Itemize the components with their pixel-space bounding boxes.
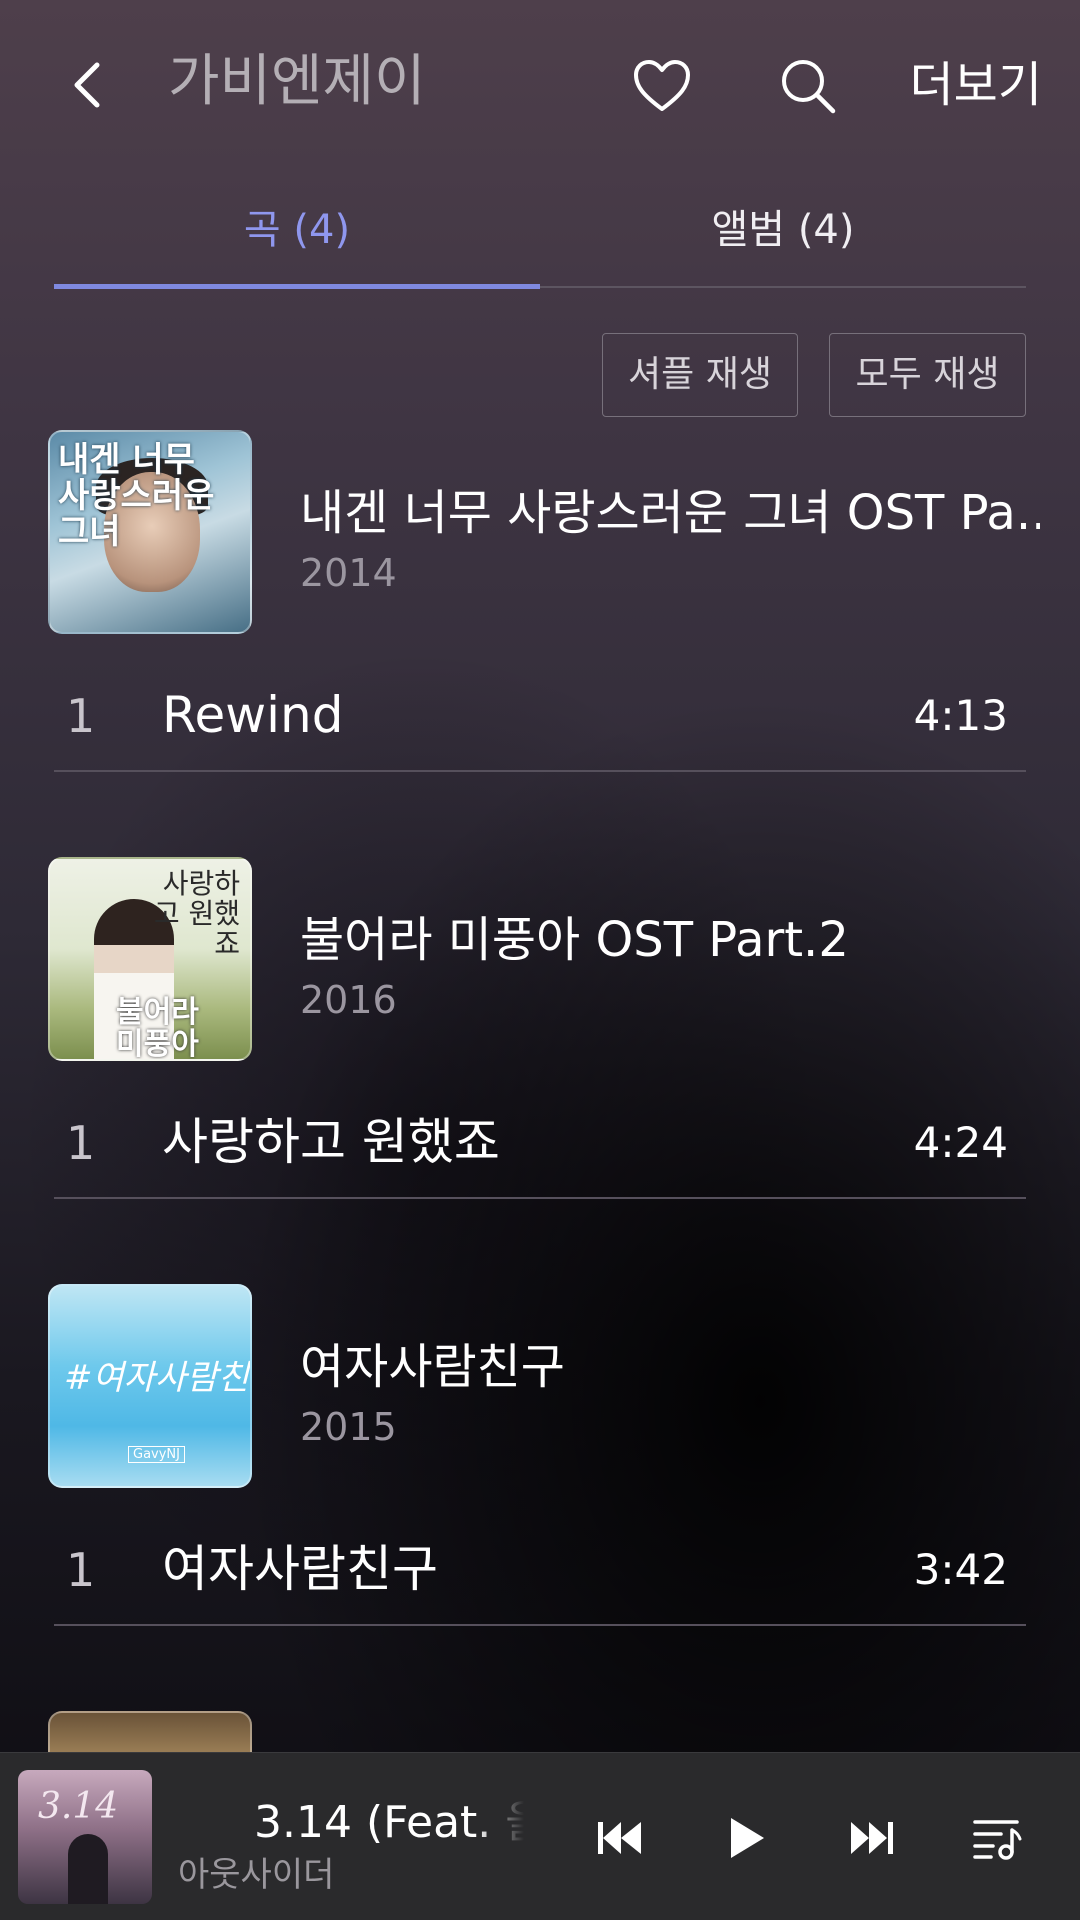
track-row[interactable]: 1 Rewind 4:13 (54, 666, 1026, 772)
shuffle-play-button[interactable]: 셔플 재생 (602, 333, 798, 417)
album-group (0, 1711, 1080, 1752)
track-duration: 4:24 (913, 1118, 1008, 1167)
track-number: 1 (66, 1543, 96, 1597)
album-year: 2014 (300, 551, 397, 595)
next-icon (851, 1822, 893, 1854)
album-cover[interactable]: #여자사람친구 GavyNJ (48, 1284, 252, 1488)
app-header: 가비엔제이 더보기 (0, 0, 1080, 170)
track-title: 여자사람친구 (162, 1540, 438, 1598)
play-icon (731, 1818, 764, 1858)
back-arrow-icon (74, 62, 100, 108)
now-playing-title[interactable]: 3.14 (Feat. 울 (254, 1793, 524, 1853)
previous-icon (598, 1822, 641, 1854)
cover-text: GavyNJ (128, 1446, 185, 1463)
play-all-button[interactable]: 모두 재생 (829, 333, 1026, 417)
more-button[interactable]: 더보기 (910, 50, 1042, 120)
heart-icon (634, 60, 690, 111)
track-duration: 3:42 (913, 1545, 1008, 1594)
album-title[interactable]: 여자사람친구 (300, 1334, 1040, 1400)
now-playing-artist: 아웃사이더 (178, 1855, 335, 1895)
track-number: 1 (66, 1116, 96, 1170)
previous-button[interactable] (575, 1793, 665, 1883)
album-cover[interactable]: 사랑하고 원했죠 불어라 미풍아 (48, 857, 252, 1061)
track-title: Rewind (162, 686, 344, 744)
back-button[interactable] (52, 50, 122, 120)
track-row[interactable]: 1 여자사람친구 3:42 (54, 1520, 1026, 1626)
track-duration: 4:13 (913, 691, 1008, 740)
cover-text: 사랑하고 원했죠 (153, 867, 240, 960)
album-group: 사랑하고 원했죠 불어라 미풍아 불어라 미풍아 OST Part.2 2016… (0, 857, 1080, 1287)
track-row[interactable]: 1 사랑하고 원했죠 4:24 (54, 1093, 1026, 1199)
album-group: 내겐 너무 사랑스러운 그녀 내겐 너무 사랑스러운 그녀 OST Pa.. 2… (0, 430, 1080, 860)
album-title[interactable]: 불어라 미풍아 OST Part.2 (300, 907, 1040, 973)
tab-albums[interactable]: 앨범 (4) (540, 190, 1026, 286)
now-playing-cover[interactable]: 3.14 (18, 1770, 152, 1904)
search-icon (782, 60, 836, 114)
favorite-button[interactable] (624, 48, 700, 124)
play-button[interactable] (702, 1793, 792, 1883)
cover-text: 내겐 너무 사랑스러운 그녀 (58, 440, 215, 552)
album-cover[interactable]: 내겐 너무 사랑스러운 그녀 (48, 430, 252, 634)
cover-text: #여자사람친구 (64, 1358, 250, 1398)
page-title: 가비엔제이 (168, 49, 426, 114)
album-title[interactable]: 내겐 너무 사랑스러운 그녀 OST Pa.. (300, 480, 1040, 546)
track-title: 사랑하고 원했죠 (162, 1113, 500, 1171)
search-button[interactable] (770, 48, 846, 124)
album-group: #여자사람친구 GavyNJ 여자사람친구 2015 1 여자사람친구 3:42 (0, 1284, 1080, 1714)
mini-player[interactable]: 3.14 3.14 (Feat. 울 아웃사이더 (0, 1752, 1080, 1920)
queue-button[interactable] (952, 1793, 1042, 1883)
cover-text: 불어라 미풍아 (116, 995, 199, 1061)
queue-icon (973, 1820, 1022, 1860)
album-year: 2015 (300, 1405, 397, 1449)
tab-songs[interactable]: 곡 (4) (54, 190, 540, 289)
cover-art-detail (68, 1834, 108, 1904)
track-number: 1 (66, 689, 96, 743)
tab-bar: 곡 (4) 앨범 (4) (54, 190, 1026, 289)
album-year: 2016 (300, 978, 397, 1022)
next-button[interactable] (827, 1793, 917, 1883)
cover-text: 3.14 (38, 1786, 119, 1827)
album-cover[interactable] (48, 1711, 252, 1752)
